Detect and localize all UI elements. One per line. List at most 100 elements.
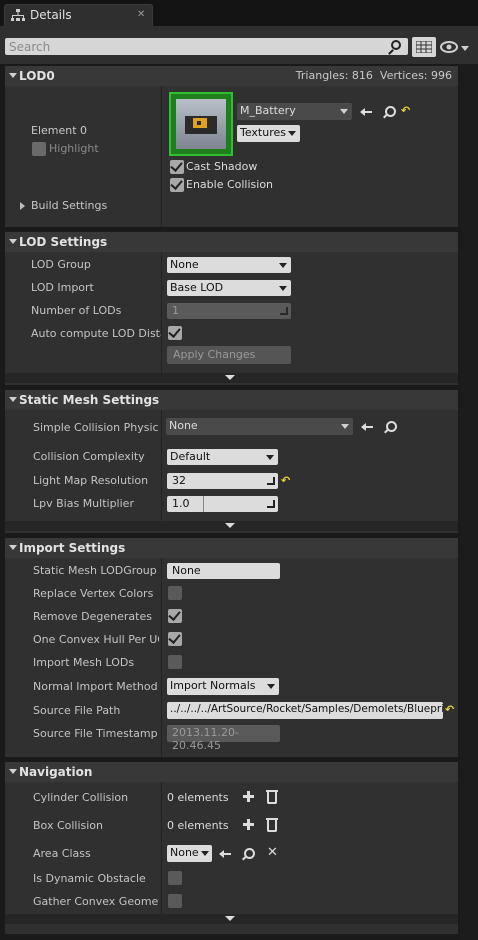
box-count: 0 elements	[167, 819, 229, 832]
lpv-bias-value: 1.0	[172, 497, 190, 510]
simple-collision-dropdown[interactable]: None	[166, 418, 353, 435]
lod0-header[interactable]: LOD0 Triangles: 816 Vertices: 996	[5, 66, 458, 86]
source-path-label: Source File Path	[33, 704, 121, 717]
normal-method-value: Import Normals	[170, 679, 256, 692]
add-icon[interactable]	[243, 791, 254, 802]
trash-icon[interactable]	[266, 790, 278, 804]
remove-degenerates-checkbox[interactable]	[168, 609, 182, 623]
simple-collision-label: Simple Collision Physical Material	[33, 421, 159, 434]
lod-group-label: LOD Group	[31, 258, 91, 271]
section-title: Import Settings	[19, 541, 126, 555]
cylinder-count: 0 elements	[167, 791, 229, 804]
expand-arrow-icon[interactable]	[20, 202, 25, 210]
grid-icon	[416, 41, 432, 53]
reset-to-default-icon[interactable]: ↶	[281, 474, 290, 487]
search-input[interactable]: Search	[5, 38, 408, 55]
gather-convex-checkbox[interactable]	[168, 894, 182, 908]
remove-degenerates-label: Remove Degenerates	[33, 610, 152, 623]
clear-icon[interactable]: ✕	[267, 845, 278, 860]
apply-changes-button[interactable]: Apply Changes	[167, 346, 291, 364]
normal-method-dropdown[interactable]: Import Normals	[167, 678, 279, 695]
advanced-expander[interactable]	[5, 373, 458, 383]
import-mesh-lods-label: Import Mesh LODs	[33, 656, 135, 669]
num-lods-label: Number of LODs	[31, 304, 122, 317]
simple-collision-value: None	[169, 419, 198, 432]
element-label: Element 0	[31, 124, 88, 137]
add-icon[interactable]	[243, 819, 254, 830]
collision-complexity-label: Collision Complexity	[33, 450, 145, 463]
chevron-down-icon[interactable]	[461, 46, 469, 51]
section-title: Navigation	[19, 765, 93, 779]
gather-convex-label: Gather Convex Geometry	[33, 895, 159, 908]
replace-vertex-colors-checkbox[interactable]	[168, 586, 182, 600]
collapse-arrow-icon	[9, 769, 17, 774]
light-map-field[interactable]: 32	[167, 473, 278, 489]
lod-group-dropdown[interactable]: None	[167, 257, 291, 273]
use-selected-arrow-icon[interactable]	[361, 422, 373, 432]
source-timestamp-field: 2013.11.20-20.46.45	[167, 725, 280, 752]
lod-group-value: None	[170, 258, 199, 271]
import-settings-header[interactable]: Import Settings	[5, 538, 458, 558]
details-tab[interactable]: Details ✕	[4, 4, 153, 26]
cast-shadow-checkbox[interactable]	[170, 160, 184, 174]
reset-to-default-icon[interactable]: ↶	[401, 104, 410, 117]
source-timestamp-label: Source File Timestamp	[33, 727, 158, 740]
normal-method-label: Normal Import Method	[33, 680, 158, 693]
light-map-label: Light Map Resolution	[33, 474, 149, 487]
lod0-section: LOD0 Triangles: 816 Vertices: 996 Elemen…	[5, 66, 458, 227]
highlight-label: Highlight	[49, 142, 99, 155]
browse-icon[interactable]	[384, 421, 397, 433]
collision-complexity-dropdown[interactable]: Default	[167, 449, 278, 465]
collision-complexity-value: Default	[170, 450, 211, 463]
textures-label: Textures	[240, 126, 286, 139]
property-matrix-button[interactable]	[412, 37, 436, 57]
num-lods-value: 1	[172, 304, 179, 317]
num-lods-field[interactable]: 1	[167, 303, 291, 319]
advanced-expander[interactable]	[5, 914, 458, 924]
browse-icon[interactable]	[242, 848, 255, 860]
cylinder-collision-label: Cylinder Collision	[33, 791, 129, 804]
auto-compute-checkbox[interactable]	[168, 326, 182, 340]
auto-compute-label: Auto compute LOD Distances	[31, 327, 161, 340]
navigation-header[interactable]: Navigation	[5, 762, 458, 782]
material-dropdown[interactable]: M_Battery	[237, 103, 352, 120]
use-selected-arrow-icon[interactable]	[219, 849, 231, 859]
column-divider	[161, 410, 162, 522]
collapse-arrow-icon	[9, 239, 17, 244]
convex-hull-checkbox[interactable]	[168, 632, 182, 646]
lod-settings-section: LOD Settings LOD Group None LOD Import B…	[5, 232, 458, 385]
lpv-bias-field[interactable]: 1.0	[167, 496, 278, 512]
lodgroup-field[interactable]: None	[167, 563, 280, 579]
dynamic-obstacle-checkbox[interactable]	[168, 871, 182, 885]
textures-dropdown[interactable]: Textures	[237, 125, 300, 142]
area-class-value: None	[170, 846, 199, 859]
lod-import-dropdown[interactable]: Base LOD	[167, 280, 291, 296]
collapse-arrow-icon	[9, 73, 17, 78]
browse-icon[interactable]	[383, 106, 396, 118]
scrollbar-track[interactable]	[460, 64, 478, 940]
static-mesh-header[interactable]: Static Mesh Settings	[5, 390, 458, 410]
eye-icon[interactable]	[440, 41, 458, 53]
area-class-dropdown[interactable]: None	[167, 845, 212, 862]
import-mesh-lods-checkbox[interactable]	[168, 655, 182, 669]
highlight-checkbox[interactable]	[32, 142, 46, 156]
hierarchy-icon	[11, 9, 25, 21]
trash-icon[interactable]	[266, 818, 278, 832]
material-thumbnail[interactable]	[169, 92, 233, 156]
lod-settings-header[interactable]: LOD Settings	[5, 232, 458, 252]
source-path-field[interactable]: ../../../../ArtSource/Rocket/Samples/Dem…	[167, 702, 443, 719]
column-divider	[161, 86, 162, 227]
chevron-down-icon	[225, 375, 235, 380]
area-class-label: Area Class	[33, 847, 91, 860]
enable-collision-checkbox[interactable]	[170, 178, 184, 192]
build-settings-label[interactable]: Build Settings	[31, 199, 107, 212]
search-row: Search	[0, 28, 478, 64]
close-icon[interactable]: ✕	[137, 9, 145, 20]
reset-to-default-icon[interactable]: ↶	[445, 703, 454, 716]
lodgroup-label: Static Mesh LODGroup	[33, 564, 157, 577]
navigation-section: Navigation Cylinder Collision 0 elements…	[5, 762, 458, 934]
search-icon[interactable]	[388, 39, 404, 55]
use-selected-arrow-icon[interactable]	[360, 107, 372, 117]
column-divider	[161, 558, 162, 757]
advanced-expander[interactable]	[5, 521, 458, 531]
